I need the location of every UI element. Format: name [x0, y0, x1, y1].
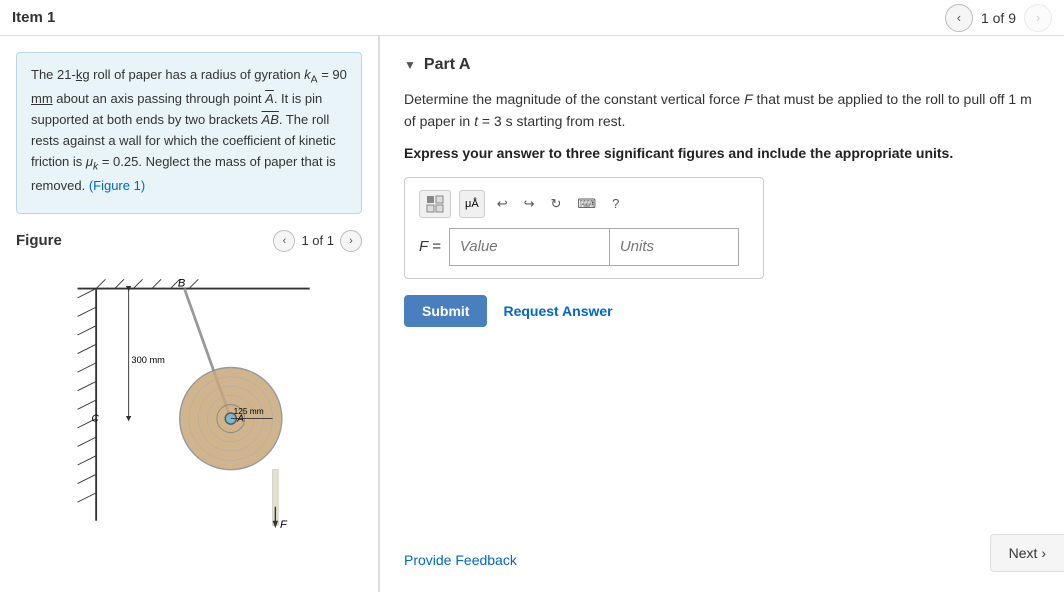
action-row: Submit Request Answer	[404, 295, 1040, 327]
right-panel: ▼ Part A Determine the magnitude of the …	[380, 36, 1064, 592]
label-f: F	[280, 519, 288, 530]
f-label: F =	[419, 238, 441, 255]
item-title: Item 1	[12, 9, 55, 26]
help-button[interactable]: ?	[608, 193, 623, 214]
figure-next-button[interactable]: ›	[340, 230, 362, 252]
part-title: Part A	[424, 56, 471, 74]
value-input[interactable]	[449, 228, 609, 266]
main-layout: The 21-kg roll of paper has a radius of …	[0, 36, 1064, 592]
left-panel: The 21-kg roll of paper has a radius of …	[0, 36, 380, 592]
input-row: F =	[419, 228, 749, 266]
provide-feedback-link[interactable]: Provide Feedback	[404, 552, 517, 568]
redo-button[interactable]: ↪	[520, 193, 539, 215]
problem-text: The 21-kg roll of paper has a radius of …	[31, 65, 347, 197]
symbol-button[interactable]: μÅ	[459, 190, 485, 218]
label-c: C	[92, 413, 100, 424]
figure-area: B 300 mm A 125 mm	[16, 260, 362, 540]
next-button[interactable]: Next ›	[990, 534, 1064, 572]
submit-button[interactable]: Submit	[404, 295, 487, 327]
units-instruction: Express your answer to three significant…	[404, 145, 1040, 161]
problem-statement: Determine the magnitude of the constant …	[404, 88, 1040, 133]
figure-title: Figure	[16, 232, 62, 249]
figure-nav: ‹ 1 of 1 ›	[273, 230, 362, 252]
matrix-button[interactable]	[419, 190, 451, 218]
figure-page: 1 of 1	[301, 233, 334, 248]
figure-link[interactable]: (Figure 1)	[89, 178, 145, 193]
keyboard-button[interactable]: ⌨	[573, 193, 600, 215]
pagination-controls: ‹ 1 of 9 ›	[945, 4, 1052, 32]
undo-button[interactable]: ↩	[493, 193, 512, 215]
figure-diagram: B 300 mm A 125 mm	[49, 270, 329, 530]
dim-300: 300 mm	[131, 355, 165, 365]
answer-container: μÅ ↩ ↪ ↻ ⌨ ? F =	[404, 177, 764, 279]
units-input[interactable]	[609, 228, 739, 266]
top-bar: Item 1 ‹ 1 of 9 ›	[0, 0, 1064, 36]
dim-125: 125 mm	[234, 406, 264, 416]
problem-description: The 21-kg roll of paper has a radius of …	[16, 52, 362, 214]
figure-prev-button[interactable]: ‹	[273, 230, 295, 252]
label-b: B	[178, 277, 186, 289]
prev-item-button[interactable]: ‹	[945, 4, 973, 32]
refresh-button[interactable]: ↻	[547, 193, 566, 215]
answer-toolbar: μÅ ↩ ↪ ↻ ⌨ ?	[419, 190, 749, 218]
next-item-button[interactable]: ›	[1024, 4, 1052, 32]
collapse-button[interactable]: ▼	[404, 58, 416, 72]
matrix-icon	[426, 195, 444, 213]
figure-header: Figure ‹ 1 of 1 ›	[16, 230, 362, 252]
mu-symbol: μÅ	[465, 198, 479, 210]
request-answer-link[interactable]: Request Answer	[503, 303, 612, 319]
page-info: 1 of 9	[981, 10, 1016, 26]
part-a-header: ▼ Part A	[404, 56, 1040, 74]
